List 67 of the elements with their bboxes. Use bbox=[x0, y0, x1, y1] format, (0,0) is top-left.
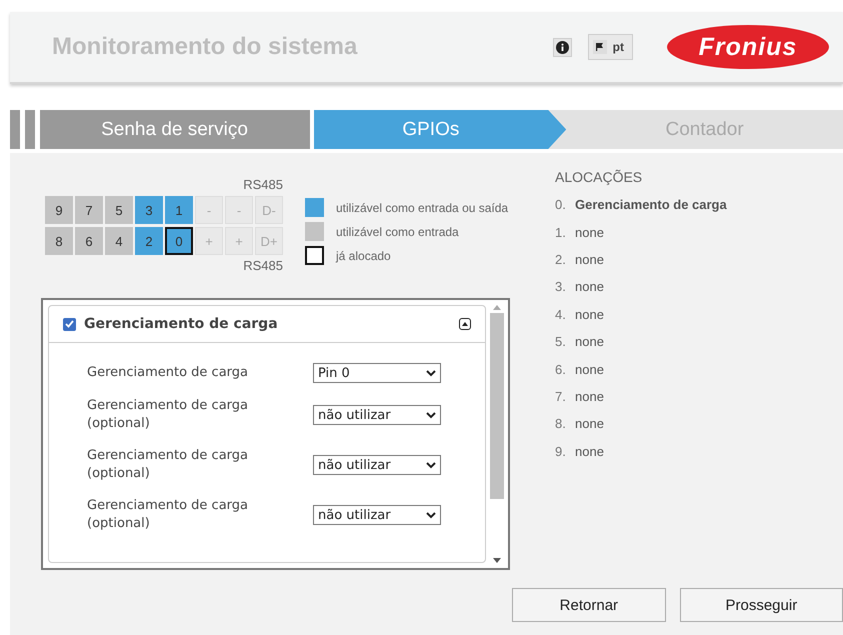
list-number: 9. bbox=[555, 444, 567, 459]
field-label: Gerenciamento de carga (optional) bbox=[87, 497, 250, 533]
list-number: 7. bbox=[555, 388, 567, 404]
pin-cell[interactable]: 1 bbox=[165, 196, 193, 224]
list-number: 4. bbox=[555, 306, 567, 322]
chevron-icon bbox=[426, 412, 436, 418]
chevron-icon bbox=[426, 370, 436, 376]
pin-cell: + bbox=[195, 227, 223, 255]
pin-cell: + bbox=[225, 227, 253, 255]
next-button[interactable]: Prosseguir bbox=[680, 588, 843, 622]
bus-label: RS485 bbox=[243, 258, 283, 274]
list-number: 2. bbox=[555, 252, 567, 267]
list-number: 8. bbox=[555, 416, 567, 432]
legend-label: já alocado bbox=[336, 248, 391, 262]
dropdown-field[interactable]: não utilizar bbox=[313, 455, 441, 475]
pin-cell[interactable]: 7 bbox=[75, 196, 103, 224]
allocation-label: Gerenciamento de carga bbox=[575, 197, 727, 212]
pin-cell: D+ bbox=[255, 227, 283, 255]
bus-label: RS485 bbox=[243, 177, 283, 193]
pin-cell[interactable]: 6 bbox=[75, 227, 103, 255]
chevron-icon bbox=[426, 462, 436, 468]
pin-cell[interactable]: 5 bbox=[105, 196, 133, 224]
list-number: 0. bbox=[555, 197, 567, 212]
allocation-label: none bbox=[575, 224, 604, 240]
collapse-icon[interactable] bbox=[459, 318, 471, 330]
info-icon[interactable] bbox=[552, 38, 572, 56]
step-stripe bbox=[24, 110, 35, 149]
dropdown-field[interactable]: não utilizar bbox=[313, 405, 441, 425]
legend-label: utilizável como entrada bbox=[336, 224, 459, 238]
flag-icon bbox=[592, 40, 607, 54]
pin-cell[interactable]: 0 bbox=[165, 227, 193, 255]
pin-cell[interactable]: 4 bbox=[105, 227, 133, 255]
section-title: Gerenciamento de carga bbox=[84, 316, 279, 332]
allocation-label: none bbox=[575, 416, 604, 432]
pin-cell[interactable]: 9 bbox=[45, 196, 73, 224]
back-button[interactable]: Retornar bbox=[512, 588, 666, 622]
pin-cell[interactable]: 3 bbox=[135, 196, 163, 224]
pin-cell[interactable]: 8 bbox=[45, 227, 73, 255]
allocation-label: none bbox=[575, 444, 604, 459]
allocation-label: none bbox=[575, 362, 604, 377]
legend-label: utilizável como entrada ou saída bbox=[336, 200, 508, 214]
field-label: Gerenciamento de carga (optional) bbox=[87, 447, 250, 483]
list-number: 5. bbox=[555, 334, 567, 350]
pin-cell: D- bbox=[255, 196, 283, 224]
step-stripe bbox=[10, 110, 20, 149]
list-number: 6. bbox=[555, 362, 567, 377]
pin-cell: - bbox=[195, 196, 223, 224]
allocation-label: none bbox=[575, 252, 604, 267]
field-label: Gerenciamento de carga (optional) bbox=[87, 397, 250, 433]
scrollbar-thumb[interactable] bbox=[490, 313, 504, 499]
chevron-icon bbox=[426, 512, 436, 518]
list-number: 1. bbox=[555, 224, 567, 240]
allocation-label: none bbox=[575, 388, 604, 404]
allocations-heading: ALOCAÇÕES bbox=[555, 169, 644, 185]
allocation-label: none bbox=[575, 279, 604, 294]
language-button[interactable]: pt bbox=[588, 34, 633, 60]
pin-cell: - bbox=[225, 196, 253, 224]
scroll-down-icon[interactable] bbox=[492, 558, 500, 563]
dropdown-field[interactable]: Pin 0 bbox=[313, 363, 441, 383]
list-number: 3. bbox=[555, 279, 567, 294]
dropdown-field[interactable]: não utilizar bbox=[313, 505, 441, 525]
allocation-label: none bbox=[575, 306, 604, 322]
allocation-label: none bbox=[575, 334, 604, 350]
section-checkbox[interactable] bbox=[63, 318, 76, 330]
pin-cell[interactable]: 2 bbox=[135, 227, 163, 255]
field-label: Gerenciamento de carga bbox=[87, 364, 250, 382]
brand-logo: Fronius bbox=[667, 25, 829, 69]
